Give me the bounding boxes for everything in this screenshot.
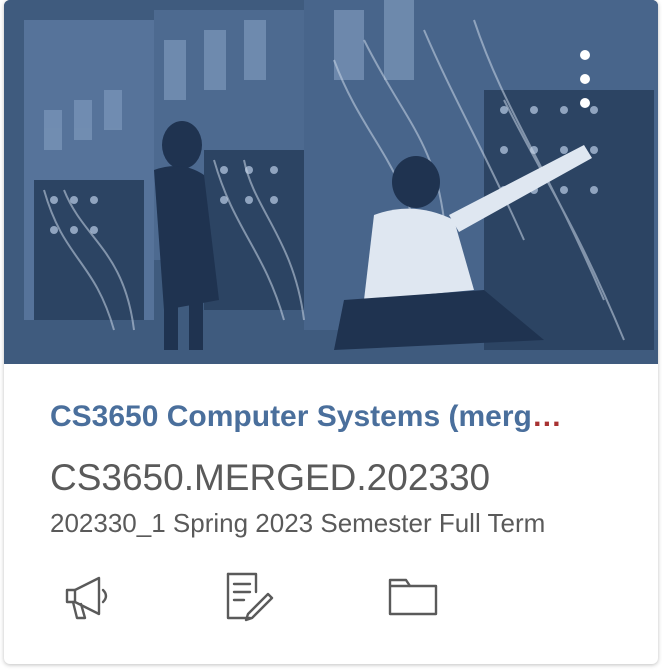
course-code: CS3650.MERGED.202330: [50, 457, 491, 498]
card-options-button[interactable]: [570, 44, 600, 114]
card-actions: [4, 570, 658, 630]
course-term: 202330_1 Spring 2023 Semester Full Term: [50, 508, 546, 538]
document-pencil-icon: [226, 572, 274, 622]
vertical-dots-icon: [580, 74, 590, 84]
files-button[interactable]: [386, 570, 440, 624]
announcements-button[interactable]: [59, 570, 113, 624]
assignments-button[interactable]: [220, 570, 274, 624]
folder-icon: [388, 578, 438, 616]
vertical-dots-icon: [580, 98, 590, 108]
course-hero-image[interactable]: [4, 0, 658, 364]
vertical-dots-icon: [580, 50, 590, 60]
course-card: CS3650 Computer Systems (merg… CS3650.ME…: [4, 0, 658, 664]
course-title-text: CS3650 Computer Systems (merg: [50, 400, 532, 433]
course-title-link[interactable]: CS3650 Computer Systems (merg…: [50, 397, 610, 437]
title-ellipsis: …: [531, 400, 562, 433]
hero-photo: [4, 0, 658, 364]
megaphone-icon: [65, 576, 108, 620]
